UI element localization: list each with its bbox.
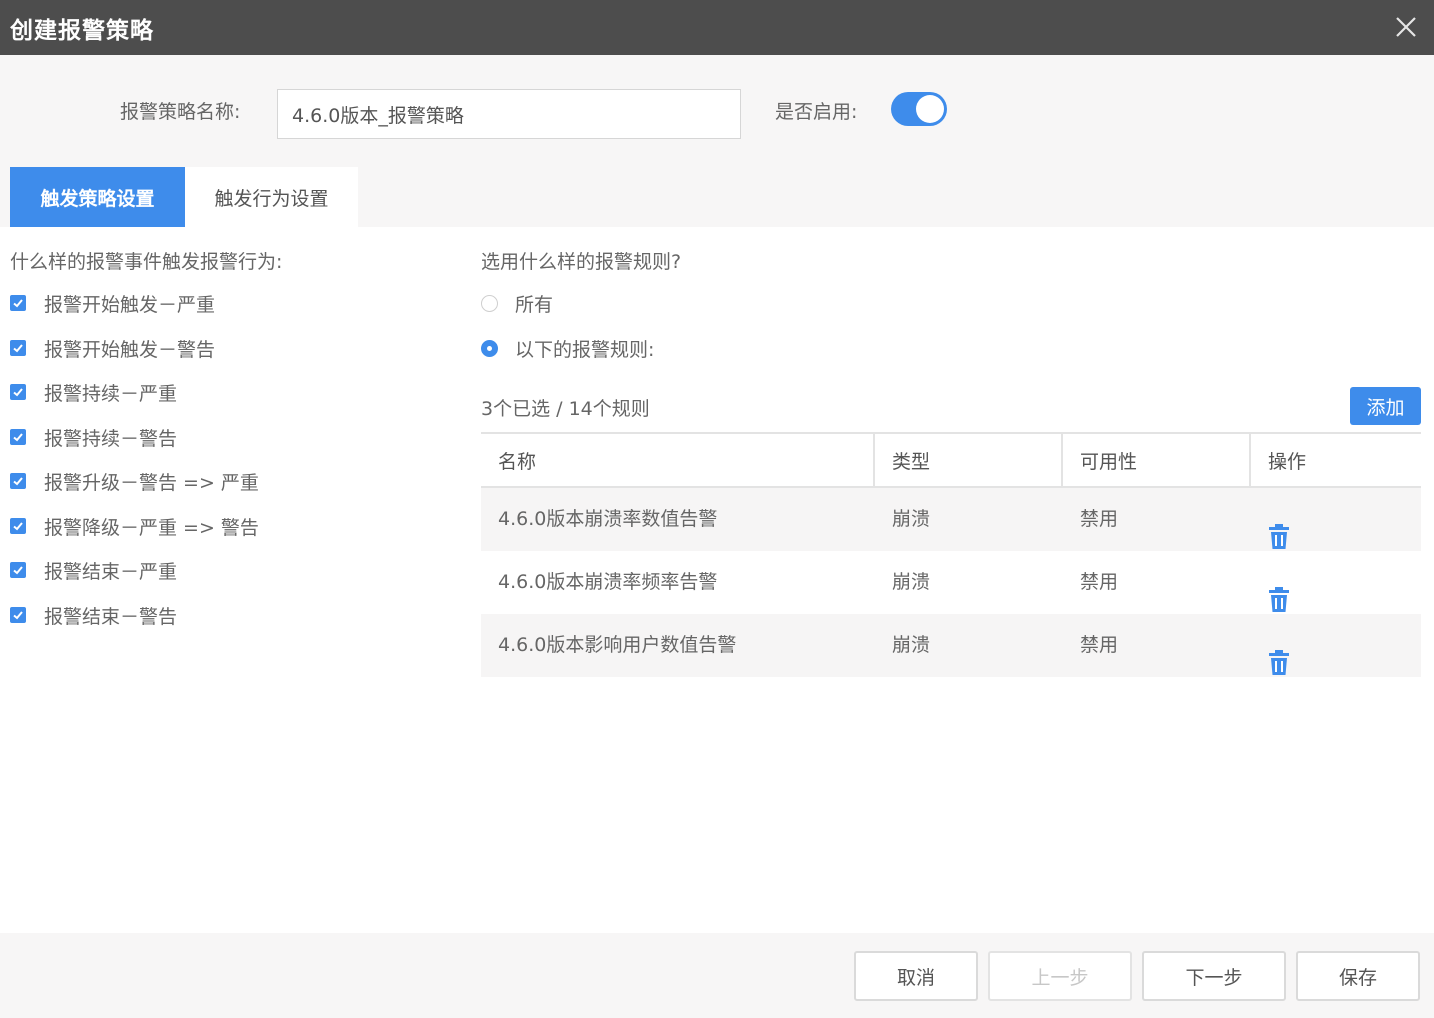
event-checkbox-row[interactable]: 报警升级－警告 => 严重 xyxy=(10,466,259,496)
selected-count: 3个已选 / 14个规则 xyxy=(481,398,650,420)
trash-icon[interactable] xyxy=(1268,630,1290,681)
rule-type: 崩溃 xyxy=(892,571,931,593)
checkbox-checked[interactable] xyxy=(10,473,26,489)
column-header-type[interactable]: 类型 xyxy=(875,434,1063,486)
event-label: 报警结束－严重 xyxy=(44,560,178,583)
rules-table: 名称 类型 可用性 操作 4.6.0版本崩溃率数值告警 崩溃 禁用 4.6.0版… xyxy=(481,432,1421,677)
rule-availability: 禁用 xyxy=(1080,571,1119,593)
radio-unchecked[interactable] xyxy=(481,294,498,312)
trash-icon[interactable] xyxy=(1268,567,1290,618)
table-header: 名称 类型 可用性 操作 xyxy=(481,432,1421,488)
event-checkbox-row[interactable]: 报警结束－严重 xyxy=(10,555,177,585)
event-checkbox-row[interactable]: 报警持续－警告 xyxy=(10,422,177,452)
event-label: 报警开始触发－警告 xyxy=(44,338,216,361)
dialog-titlebar: 创建报警策略 xyxy=(0,0,1434,55)
column-header-action: 操作 xyxy=(1268,450,1307,473)
checkbox-checked[interactable] xyxy=(10,429,26,445)
event-label: 报警开始触发－严重 xyxy=(44,293,216,316)
table-row: 4.6.0版本崩溃率数值告警 崩溃 禁用 xyxy=(481,488,1421,551)
rule-availability: 禁用 xyxy=(1080,508,1119,530)
tab-trigger-action[interactable]: 触发行为设置 xyxy=(185,167,358,227)
events-question: 什么样的报警事件触发报警行为: xyxy=(10,251,283,273)
policy-name-label: 报警策略名称: xyxy=(120,101,241,123)
enable-toggle[interactable] xyxy=(891,92,947,126)
checkbox-checked[interactable] xyxy=(10,562,26,578)
column-header-name[interactable]: 名称 xyxy=(481,434,875,486)
rule-name: 4.6.0版本崩溃率数值告警 xyxy=(498,508,718,530)
rule-type: 崩溃 xyxy=(892,634,931,656)
radio-all-rules[interactable]: 所有 xyxy=(481,288,553,318)
checkbox-checked[interactable] xyxy=(10,340,26,356)
checkbox-checked[interactable] xyxy=(10,607,26,623)
dialog-footer: 取消 上一步 下一步 保存 xyxy=(0,933,1434,1018)
create-alert-policy-dialog: 创建报警策略 报警策略名称: 是否启用: 触发策略设置 触发行为设置 什么样的报… xyxy=(0,0,1434,1018)
rule-name: 4.6.0版本影响用户数值告警 xyxy=(498,634,737,656)
rule-availability: 禁用 xyxy=(1080,634,1119,656)
radio-label: 以下的报警规则: xyxy=(515,338,655,361)
checkbox-checked[interactable] xyxy=(10,384,26,400)
table-row: 4.6.0版本崩溃率频率告警 崩溃 禁用 xyxy=(481,551,1421,614)
checkbox-checked[interactable] xyxy=(10,518,26,534)
trash-icon[interactable] xyxy=(1268,504,1290,555)
previous-step-button[interactable]: 上一步 xyxy=(988,951,1132,1001)
checkbox-checked[interactable] xyxy=(10,295,26,311)
rule-name: 4.6.0版本崩溃率频率告警 xyxy=(498,571,718,593)
event-label: 报警降级－严重 => 警告 xyxy=(44,516,259,539)
event-checkbox-row[interactable]: 报警持续－严重 xyxy=(10,377,177,407)
cancel-button[interactable]: 取消 xyxy=(854,951,978,1001)
event-checkbox-row[interactable]: 报警开始触发－警告 xyxy=(10,333,215,363)
rules-question: 选用什么样的报警规则? xyxy=(481,251,682,273)
policy-name-input[interactable] xyxy=(277,89,741,139)
event-label: 报警结束－警告 xyxy=(44,605,178,628)
event-label: 报警持续－严重 xyxy=(44,382,178,405)
next-step-button[interactable]: 下一步 xyxy=(1142,951,1286,1001)
policy-header-band: 报警策略名称: 是否启用: 触发策略设置 触发行为设置 xyxy=(0,55,1434,227)
rule-type: 崩溃 xyxy=(892,508,931,530)
enable-label: 是否启用: xyxy=(775,101,858,123)
add-rule-button[interactable]: 添加 xyxy=(1350,387,1421,425)
tab-trigger-policy[interactable]: 触发策略设置 xyxy=(10,167,185,227)
close-icon[interactable] xyxy=(1394,15,1418,39)
radio-checked[interactable] xyxy=(481,339,498,357)
rule-action-cell xyxy=(1251,488,1421,551)
save-button[interactable]: 保存 xyxy=(1296,951,1420,1001)
radio-selected-rules[interactable]: 以下的报警规则: xyxy=(481,333,654,363)
dialog-title: 创建报警策略 xyxy=(10,17,154,44)
column-header-availability[interactable]: 可用性 xyxy=(1063,434,1251,486)
toggle-knob xyxy=(916,95,944,123)
event-checkbox-row[interactable]: 报警结束－警告 xyxy=(10,600,177,630)
event-label: 报警持续－警告 xyxy=(44,427,178,450)
event-checkbox-row[interactable]: 报警降级－严重 => 警告 xyxy=(10,511,259,541)
event-checkbox-row[interactable]: 报警开始触发－严重 xyxy=(10,288,215,318)
table-row: 4.6.0版本影响用户数值告警 崩溃 禁用 xyxy=(481,614,1421,677)
rule-action-cell xyxy=(1251,551,1421,614)
radio-label: 所有 xyxy=(515,293,554,316)
rule-action-cell xyxy=(1251,614,1421,677)
event-label: 报警升级－警告 => 严重 xyxy=(44,471,259,494)
